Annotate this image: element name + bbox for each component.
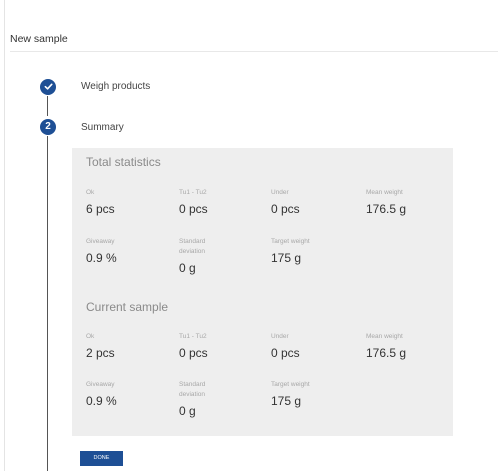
current-mean-weight-stat: Mean weight 176.5 g xyxy=(366,332,406,361)
title-divider xyxy=(10,51,498,52)
current-giveaway-stat: Giveaway 0.9 % xyxy=(86,380,117,409)
step-content-line xyxy=(47,136,48,471)
current-std-dev-stat: Standard deviation 0 g xyxy=(179,380,205,419)
current-tu1-tu2-label: Tu1 - Tu2 xyxy=(179,333,207,340)
done-button[interactable]: DONE xyxy=(80,451,123,466)
current-under-stat: Under 0 pcs xyxy=(271,332,300,361)
total-std-dev-stat: Standard deviation 0 g xyxy=(179,237,205,276)
current-giveaway-label: Giveaway xyxy=(86,381,115,388)
step-connector xyxy=(47,96,48,116)
total-mean-weight-value: 176.5 g xyxy=(366,202,407,216)
current-target-weight-stat: Target weight 175 g xyxy=(271,380,310,409)
total-under-value: 0 pcs xyxy=(271,202,300,216)
total-giveaway-label: Giveaway xyxy=(86,238,115,245)
current-ok-value: 2 pcs xyxy=(86,346,115,360)
total-std-dev-value: 0 g xyxy=(179,261,196,275)
check-icon xyxy=(44,83,53,90)
total-mean-weight-label: Mean weight xyxy=(366,189,403,196)
total-target-weight-stat: Target weight 175 g xyxy=(271,237,310,266)
total-statistics-title: Total statistics xyxy=(86,155,161,169)
total-mean-weight-stat: Mean weight 176.5 g xyxy=(366,188,406,217)
current-ok-stat: Ok 2 pcs xyxy=(86,332,115,361)
step-1-label[interactable]: Weigh products xyxy=(81,81,150,92)
current-std-dev-label-2: deviation xyxy=(179,391,206,398)
current-ok-label: Ok xyxy=(86,333,95,340)
total-ok-label: Ok xyxy=(86,189,95,196)
total-under-label: Under xyxy=(271,189,289,196)
total-ok-value: 6 pcs xyxy=(86,202,115,216)
total-ok-stat: Ok 6 pcs xyxy=(86,188,115,217)
step-1-complete-indicator[interactable] xyxy=(40,79,56,95)
total-giveaway-value: 0.9 % xyxy=(86,251,117,265)
total-tu1-tu2-label: Tu1 - Tu2 xyxy=(179,189,207,196)
current-target-weight-value: 175 g xyxy=(271,394,302,408)
current-std-dev-value: 0 g xyxy=(179,404,196,418)
current-giveaway-value: 0.9 % xyxy=(86,394,117,408)
total-std-dev-label-1: Standard xyxy=(179,238,206,245)
current-tu1-tu2-stat: Tu1 - Tu2 0 pcs xyxy=(179,332,208,361)
step-2-active-indicator[interactable]: 2 xyxy=(40,119,56,135)
current-tu1-tu2-value: 0 pcs xyxy=(179,346,208,360)
new-sample-dialog: New sample Weigh products 2 Summary Tota… xyxy=(0,0,498,471)
total-target-weight-value: 175 g xyxy=(271,251,302,265)
dialog-title: New sample xyxy=(10,33,68,45)
total-std-dev-label-2: deviation xyxy=(179,248,206,255)
current-target-weight-label: Target weight xyxy=(271,381,310,388)
step-2-label[interactable]: Summary xyxy=(81,122,124,133)
current-under-label: Under xyxy=(271,333,289,340)
total-tu1-tu2-value: 0 pcs xyxy=(179,202,208,216)
current-sample-title: Current sample xyxy=(86,300,169,314)
current-mean-weight-value: 176.5 g xyxy=(366,346,407,360)
current-mean-weight-label: Mean weight xyxy=(366,333,403,340)
left-border xyxy=(4,0,5,471)
current-std-dev-label-1: Standard xyxy=(179,381,206,388)
summary-panel: Total statistics Ok 6 pcs Tu1 - Tu2 0 pc… xyxy=(72,148,453,436)
total-target-weight-label: Target weight xyxy=(271,238,310,245)
total-tu1-tu2-stat: Tu1 - Tu2 0 pcs xyxy=(179,188,208,217)
total-giveaway-stat: Giveaway 0.9 % xyxy=(86,237,117,266)
current-under-value: 0 pcs xyxy=(271,346,300,360)
total-under-stat: Under 0 pcs xyxy=(271,188,300,217)
